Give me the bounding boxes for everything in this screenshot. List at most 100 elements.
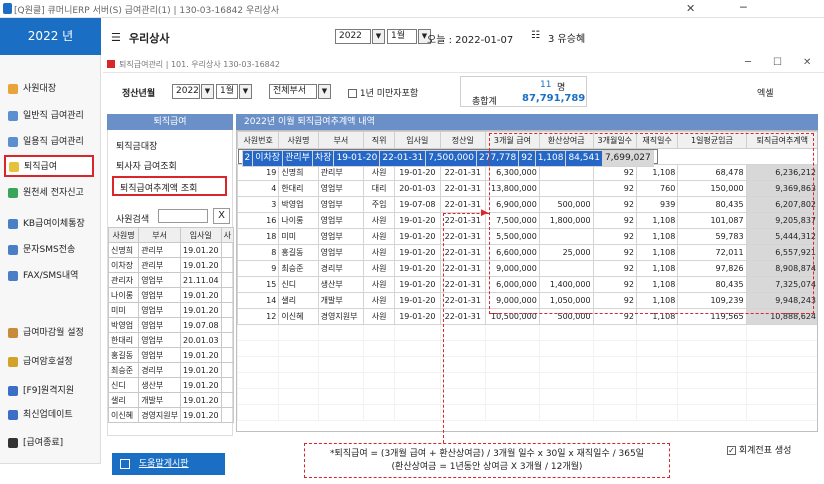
grid-cell: 영업부 (317, 212, 365, 229)
grid-cell: 22-01-31 (439, 260, 487, 277)
empty-cell (439, 404, 487, 421)
sidebar-item-fax-sms-history[interactable]: FAX/SMS내역 (8, 266, 98, 286)
employee-row[interactable]: 샐리 개발부 19.01.20 (107, 392, 235, 408)
sidebar-item-daily-payroll[interactable]: 일용직 급여관리 (8, 132, 98, 152)
year-select[interactable]: 2022 ▼ (335, 29, 385, 44)
empty-row (237, 324, 817, 341)
grid-column-header[interactable]: 부서 (317, 131, 365, 149)
employee-row[interactable]: 신명희 관리부 19.01.20 (107, 242, 235, 258)
employee-count-unit: 명 (557, 83, 566, 93)
excel-button[interactable]: 엑셀 (757, 86, 774, 99)
sidebar-item-sms-send[interactable]: 문자SMS전송 (8, 240, 98, 260)
empty-cell (394, 356, 441, 373)
employee-cell (220, 257, 235, 273)
lock-icon (8, 357, 18, 367)
tab-estimate-lookup[interactable]: 퇴직급여추계액 조회 (112, 176, 227, 196)
grid-column-header[interactable]: 직위 (363, 131, 396, 149)
sidebar-item-kb-transfer[interactable]: KB급여이체통장 (8, 214, 98, 234)
employee-row[interactable]: 미미 영업부 19.01.20 (107, 302, 235, 318)
tab-retiree-lookup[interactable]: 퇴사자 급여조회 (116, 159, 177, 172)
grid-column-header[interactable]: 입사일 (394, 131, 441, 149)
empty-cell (278, 404, 319, 421)
employee-cell: 19.07.08 (180, 317, 222, 333)
voucher-checkbox[interactable]: ✓ 회계전표 생성 (727, 443, 791, 456)
sidebar-item-remote-support[interactable]: [F9]원격지원 (8, 381, 98, 401)
grid-column-header[interactable]: 정산일 (439, 131, 487, 149)
help-board-button[interactable]: 도움말게시판 (112, 453, 225, 475)
grid-cell: 19-07-08 (394, 196, 441, 213)
search-clear-button[interactable]: X (213, 208, 230, 224)
employee-row[interactable]: 신디 생산부 19.01.20 (107, 377, 235, 393)
sidebar-item-password[interactable]: 급여암호설정 (8, 352, 98, 372)
employee-search-input[interactable] (158, 209, 208, 223)
grid-cell: 대리 (363, 180, 396, 197)
payroll-icon (8, 137, 18, 147)
inner-minimize-button[interactable]: ─ (745, 57, 751, 68)
inner-close-button[interactable]: ✕ (803, 57, 811, 68)
employee-row[interactable]: 나이롱 영업부 19.01.20 (107, 287, 235, 303)
grid-cell: 16 (237, 212, 280, 229)
empty-cell (394, 404, 441, 421)
formula-box: *퇴직급여 = (3개월 급여 + 환산상여금) / 3개월 일수 x 30일 … (304, 443, 670, 478)
employee-row[interactable]: 이차장 관리부 19.01.20 (107, 257, 235, 273)
empty-cell (745, 404, 817, 421)
minimize-button[interactable]: ─ (740, 1, 747, 14)
employee-cell: 19.01.20 (180, 407, 222, 423)
sidebar-item-severance[interactable]: 퇴직급여 (4, 155, 94, 177)
employee-row[interactable]: 이신혜 경영지원부 19.01.20 (107, 407, 235, 423)
filter-month-select[interactable]: 1월 ▼ (216, 84, 252, 99)
sidebar-item-update[interactable]: 최신업데이트 (8, 405, 98, 425)
employee-cell (220, 317, 235, 333)
menu-icon[interactable]: ☰ (111, 31, 121, 44)
employee-row[interactable]: 한대리 영업부 20.01.03 (107, 332, 235, 348)
inner-window-title-bar: 퇴직급여관리 | 101. 우리상사 130-03-16842 ─ ☐ ✕ (103, 56, 824, 73)
dept-select[interactable]: 전체부서 ▼ (269, 84, 331, 99)
grid-column-header[interactable]: 사원명 (278, 131, 319, 149)
month-select[interactable]: 1월 ▼ (387, 29, 431, 44)
grid-cell: 이차장 (252, 150, 284, 167)
empty-cell (394, 324, 441, 341)
sidebar-item-regular-payroll[interactable]: 일반직 급여관리 (8, 106, 98, 126)
inner-maximize-button[interactable]: ☐ (773, 57, 782, 68)
empty-cell (635, 340, 679, 357)
empty-cell (363, 404, 396, 421)
grid-cell: 4 (237, 180, 280, 197)
employee-row[interactable]: 최승준 경리부 19.01.20 (107, 362, 235, 378)
empty-cell (538, 404, 594, 421)
sidebar-item-withholding-tax[interactable]: 원천세 전자신고 (8, 183, 98, 203)
employee-cell (220, 287, 235, 303)
sidebar-item-employee-register[interactable]: 사원대장 (8, 79, 98, 99)
empty-cell (394, 372, 441, 389)
empty-cell (538, 372, 594, 389)
grid-cell: 사원 (363, 212, 396, 229)
grid-column-header[interactable]: 사원번호 (237, 131, 280, 149)
bank-icon (8, 219, 18, 229)
user-icon: ☷ (531, 30, 540, 41)
empty-cell (317, 356, 365, 373)
column-header: 입사일 (180, 227, 222, 243)
grid-cell: 사원 (363, 244, 396, 261)
sidebar-item-closing-month[interactable]: 급여마감월 설정 (8, 323, 98, 343)
empty-cell (677, 356, 747, 373)
filter-year-select[interactable]: 2022 ▼ (172, 84, 214, 99)
close-button[interactable]: ✕ (686, 2, 695, 15)
sidebar-item-exit[interactable]: [급여종료] (8, 433, 98, 453)
empty-cell (485, 324, 540, 341)
employee-row[interactable]: 관리자 영업부 21.11.04 (107, 272, 235, 288)
employee-row[interactable]: 홍길동 영업부 19.01.20 (107, 347, 235, 363)
sidebar-item-label: FAX/SMS내역 (23, 271, 79, 281)
employee-cell: 이신혜 (107, 407, 140, 423)
checkbox-icon (348, 89, 357, 98)
employee-row[interactable]: 박영업 영업부 19.07.08 (107, 317, 235, 333)
checkbox-label: 1년 미만자포함 (359, 89, 419, 99)
grid-cell: 22-01-31 (439, 180, 487, 197)
empty-cell (363, 324, 396, 341)
formula-line-1: *퇴직급여 = (3개월 급여 + 환산상여금) / 3개월 일수 x 30일 … (330, 449, 644, 459)
empty-cell (538, 388, 594, 405)
under-one-year-checkbox[interactable]: 1년 미만자포함 (348, 86, 418, 99)
employee-cell: 19.01.20 (180, 377, 222, 393)
employee-cell: 경영지원부 (138, 407, 181, 423)
tab-severance-ledger[interactable]: 퇴직금대장 (116, 139, 157, 152)
sidebar-item-label: 급여마감월 설정 (23, 328, 84, 338)
dept-select-value: 전체부서 (269, 84, 317, 99)
